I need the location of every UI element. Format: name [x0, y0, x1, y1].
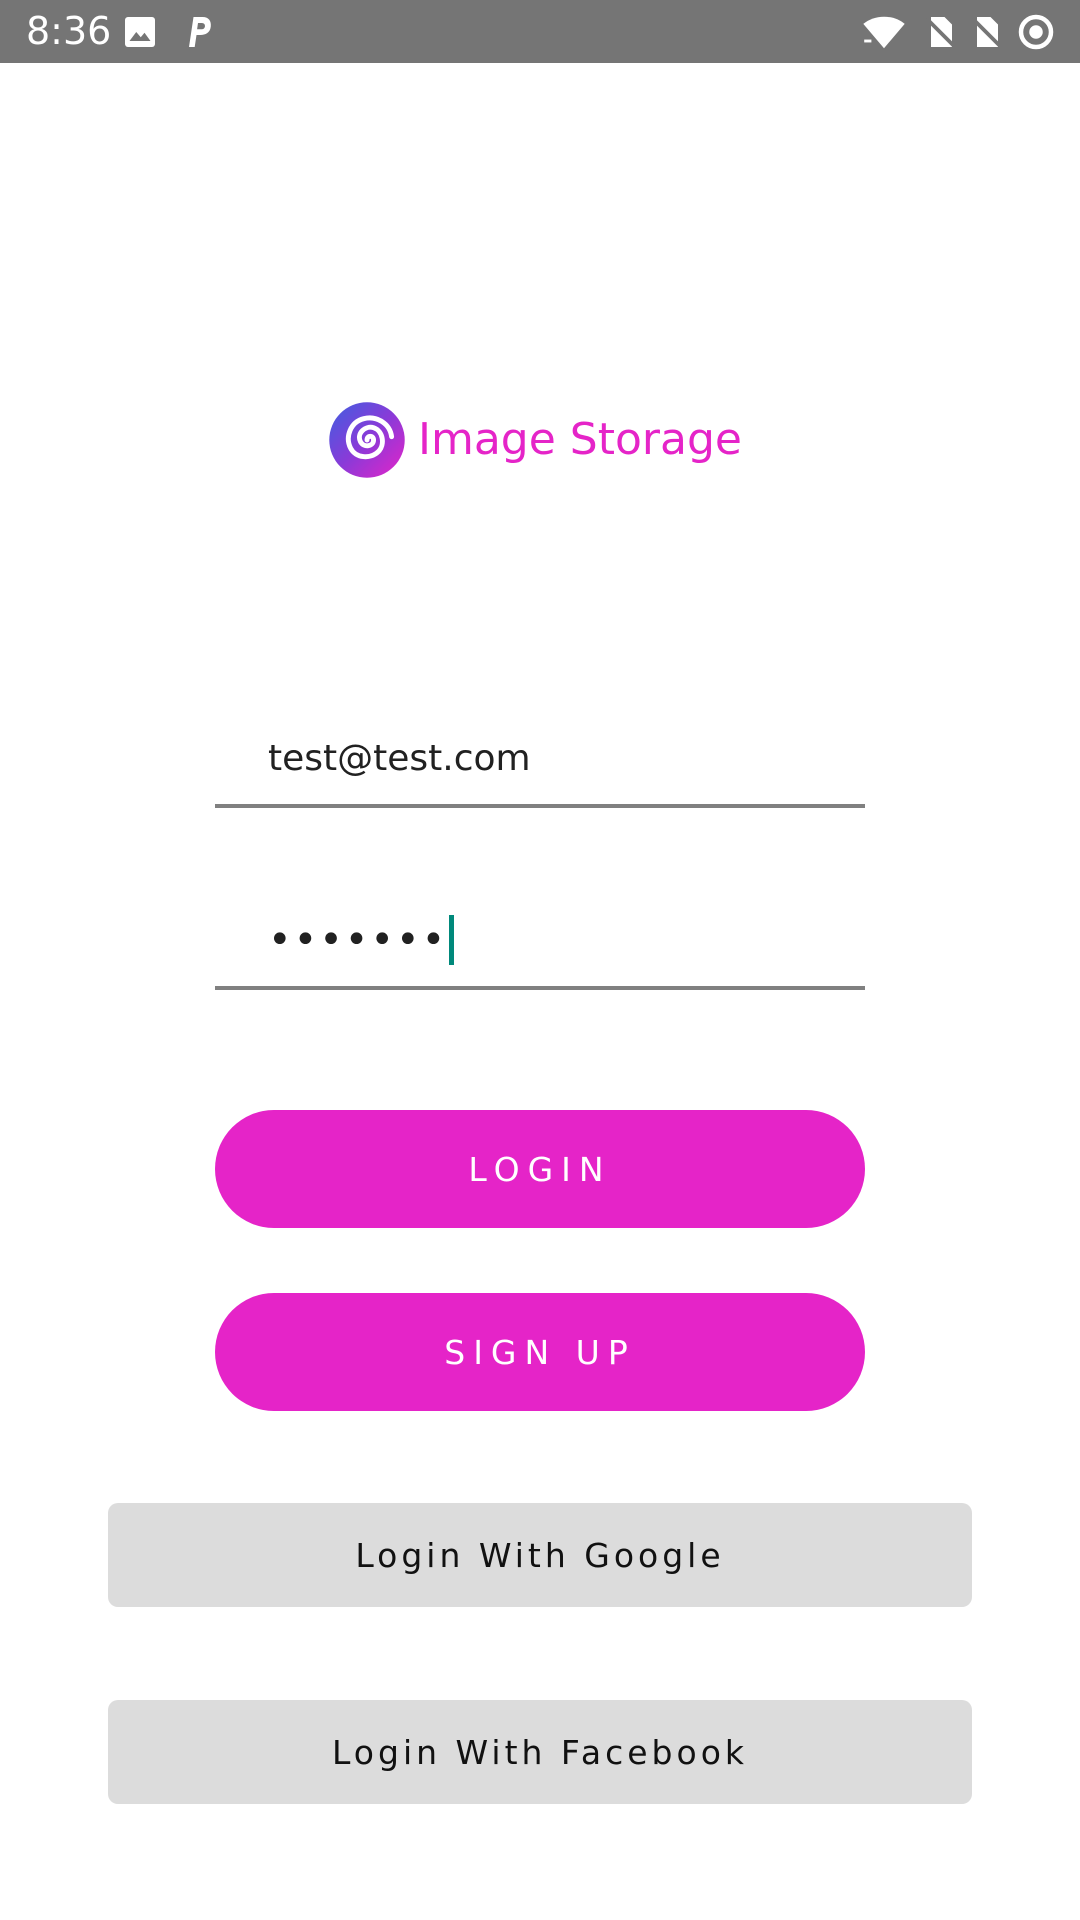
email-field[interactable] [215, 718, 865, 808]
password-masked-value: ••••••• [268, 917, 448, 963]
no-sim-icon [925, 17, 955, 47]
parking-notification-icon [189, 17, 211, 47]
login-with-facebook-button[interactable]: Login With Facebook [108, 1700, 972, 1804]
spiral-logo-icon [329, 402, 405, 478]
no-sim-icon [971, 17, 1001, 47]
login-with-google-button[interactable]: Login With Google [108, 1503, 972, 1607]
text-cursor [449, 915, 455, 965]
signup-button[interactable]: SIGN UP [215, 1293, 865, 1411]
app-name: Image Storage [418, 414, 742, 465]
image-notification-icon [125, 17, 155, 47]
sync-icon [1018, 14, 1054, 50]
login-button[interactable]: LOGIN [215, 1110, 865, 1228]
status-time: 8:36 [26, 9, 112, 53]
status-bar: 8:36 [0, 0, 1080, 63]
app-logo: Image Storage [326, 397, 746, 483]
wifi-icon [863, 16, 905, 49]
password-field[interactable]: ••••••• [215, 900, 865, 990]
password-input[interactable]: ••••••• [268, 910, 455, 970]
email-input[interactable] [268, 728, 848, 788]
